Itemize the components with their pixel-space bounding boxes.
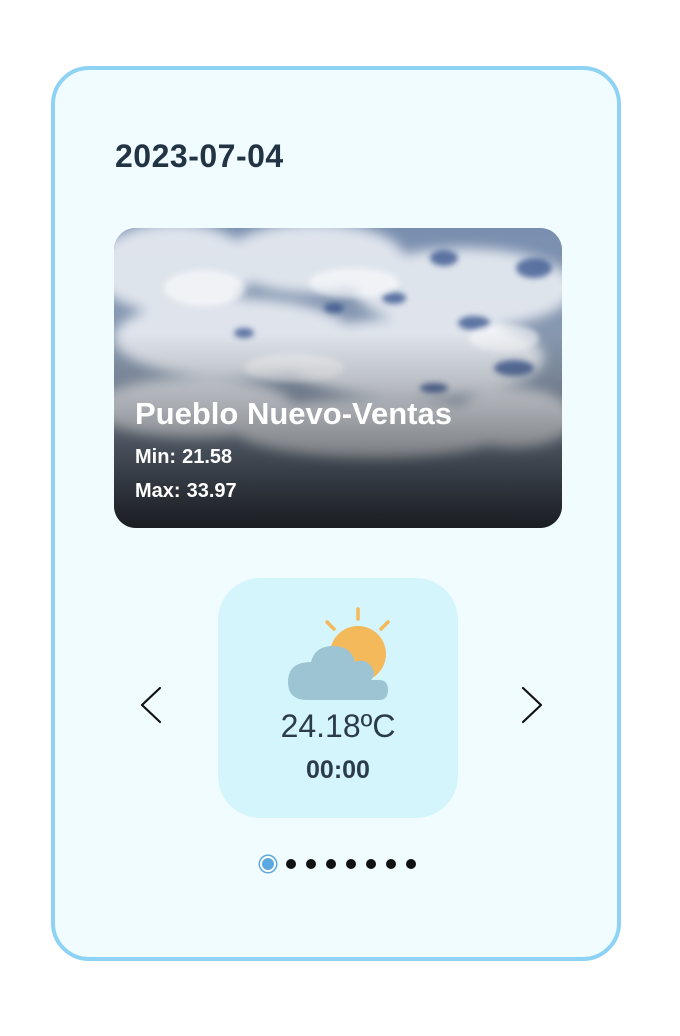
carousel-pagination (260, 854, 420, 874)
max-temperature: Max: 33.97 (135, 480, 237, 503)
weather-card: 2023-07-04 Pueblo Nuevo-Ventas Min: 21.5… (51, 66, 621, 961)
carousel-dot-1[interactable] (260, 856, 276, 872)
max-value: 33.97 (186, 480, 237, 502)
max-label: Max: (135, 480, 181, 502)
city-name: Pueblo Nuevo-Ventas (135, 396, 452, 431)
carousel-dot-4[interactable] (326, 859, 336, 869)
previous-button[interactable] (133, 680, 173, 730)
carousel-dot-2[interactable] (286, 859, 296, 869)
forecast-temperature: 24.18ºC (280, 708, 396, 744)
chevron-left-icon (140, 686, 162, 724)
min-value: 21.58 (182, 446, 233, 468)
carousel-dot-6[interactable] (366, 859, 376, 869)
min-label: Min: (135, 446, 177, 468)
forecast-time: 00:00 (306, 756, 370, 784)
carousel-dot-7[interactable] (386, 859, 396, 869)
location-photo: Pueblo Nuevo-Ventas Min: 21.58 Max: 33.97 (114, 228, 562, 528)
chevron-right-icon (521, 686, 543, 724)
partly-cloudy-icon (288, 607, 390, 700)
carousel-dot-3[interactable] (306, 859, 316, 869)
date-heading: 2023-07-04 (115, 138, 284, 174)
carousel-dot-5[interactable] (346, 859, 356, 869)
carousel-dot-8[interactable] (406, 859, 416, 869)
min-temperature: Min: 21.58 (135, 446, 232, 469)
hourly-forecast-card: 24.18ºC 00:00 (218, 578, 458, 818)
next-button[interactable] (510, 680, 550, 730)
